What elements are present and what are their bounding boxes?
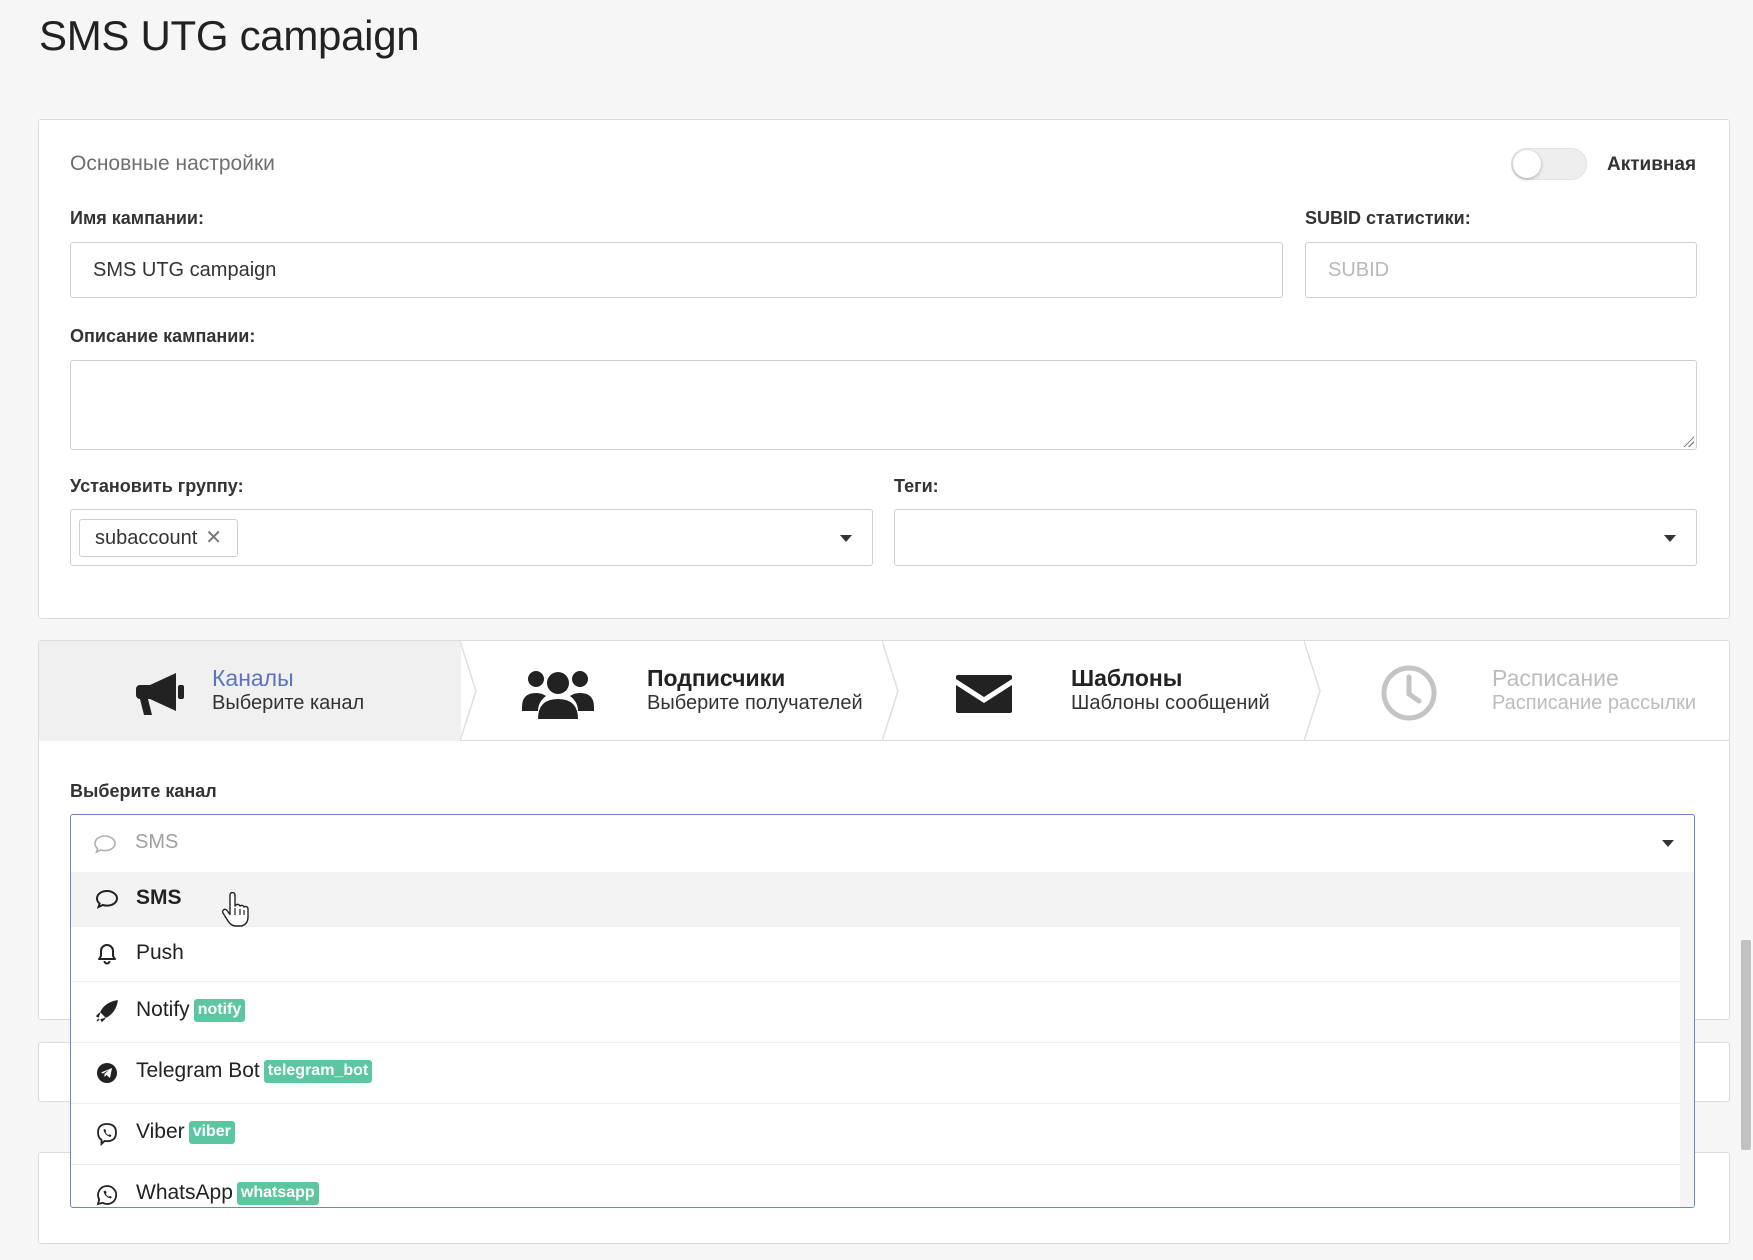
option-push[interactable]: Push (71, 927, 1681, 982)
step-schedule: Расписание Расписание рассылки (1306, 641, 1728, 741)
option-label: WhatsApp whatsapp (136, 1181, 319, 1205)
option-label: Push (136, 941, 184, 964)
envelope-icon (956, 675, 1012, 713)
campaign-name-input[interactable]: SMS UTG campaign (70, 242, 1283, 298)
step-subtitle: Расписание рассылки (1492, 692, 1697, 714)
step-subtitle: Выберите получателей (647, 692, 863, 714)
hand-cursor-icon (221, 892, 249, 927)
group-select[interactable]: subaccount ✕ (70, 509, 873, 566)
telegram-icon (97, 1063, 117, 1083)
active-toggle[interactable] (1511, 148, 1587, 180)
description-label: Описание кампании: (70, 326, 256, 346)
option-whatsapp[interactable]: WhatsApp whatsapp (71, 1165, 1681, 1207)
step-title: Расписание (1492, 665, 1619, 691)
channel-select-value: SMS (135, 831, 179, 853)
option-tag: telegram_bot (263, 1060, 373, 1083)
chevron-down-icon[interactable] (1664, 535, 1676, 542)
page-title: SMS UTG campaign (39, 12, 420, 59)
option-label-text: Telegram Bot (136, 1059, 260, 1082)
option-sms[interactable]: SMS (71, 872, 1681, 927)
option-label: Telegram Bot telegram_bot (136, 1059, 373, 1083)
subid-label: SUBID статистики: (1305, 208, 1471, 228)
chevron-down-icon[interactable] (840, 535, 852, 542)
tags-label: Теги: (894, 476, 939, 496)
wizard-steps: Каналы Выберите канал Подписчики Выберит… (39, 641, 1729, 741)
step-channels[interactable]: Каналы Выберите канал (39, 641, 461, 741)
option-notify[interactable]: Notify notify (71, 982, 1681, 1043)
group-chip: subaccount ✕ (79, 519, 239, 557)
step-title: Шаблоны (1071, 665, 1183, 691)
chat-bubble-icon (94, 835, 116, 854)
option-tag: notify (193, 999, 246, 1022)
viber-icon (97, 1123, 117, 1146)
rocket-icon (95, 1000, 118, 1023)
channel-label: Выберите канал (70, 781, 217, 801)
whatsapp-icon (96, 1185, 118, 1206)
step-templates[interactable]: Шаблоны Шаблоны сообщений (884, 641, 1306, 741)
option-viber[interactable]: Viber viber (71, 1104, 1681, 1165)
subid-input[interactable]: SUBID (1305, 242, 1697, 298)
step-title: Каналы (212, 665, 294, 691)
scrollbar-track[interactable] (1680, 872, 1694, 1207)
step-subtitle: Шаблоны сообщений (1071, 692, 1270, 714)
option-tag: viber (188, 1121, 235, 1144)
option-label: Viber viber (136, 1120, 235, 1144)
group-label: Установить группу: (70, 476, 244, 496)
users-icon (522, 671, 594, 719)
option-label-text: Notify (136, 998, 190, 1021)
campaign-name-label: Имя кампании: (70, 208, 204, 228)
bell-icon (98, 944, 116, 965)
tags-select[interactable] (894, 509, 1697, 566)
scrollbar-thumb[interactable] (1741, 940, 1751, 1150)
option-label: Notify notify (136, 998, 246, 1022)
channel-select[interactable]: SMS SMS Push Notify notify Telegram Bot te… (70, 814, 1695, 1208)
step-subtitle: Выберите канал (212, 692, 365, 714)
option-telegram-bot[interactable]: Telegram Bot telegram_bot (71, 1043, 1681, 1104)
group-chip-label: subaccount (95, 527, 198, 549)
option-label-text: WhatsApp (136, 1181, 233, 1204)
option-tag: whatsapp (236, 1182, 319, 1205)
option-label-text: Viber (136, 1120, 185, 1143)
clock-icon (1381, 665, 1437, 721)
step-title: Подписчики (647, 665, 786, 691)
channel-select-head[interactable]: SMS (71, 815, 1694, 872)
active-toggle-label: Активная (1607, 154, 1697, 175)
option-label: SMS (136, 886, 182, 909)
chevron-down-icon[interactable] (1662, 840, 1674, 847)
toggle-knob (1513, 150, 1541, 178)
channel-options: SMS Push Notify notify Telegram Bot telegr… (71, 872, 1681, 1207)
megaphone-icon (136, 673, 184, 715)
step-subscribers[interactable]: Подписчики Выберите получателей (462, 641, 884, 741)
chat-bubble-icon (95, 889, 119, 909)
resize-grip-icon[interactable] (1682, 435, 1694, 447)
main-settings-card: Основные настройки Активная Имя кампании… (38, 119, 1730, 619)
section-title: Основные настройки (70, 152, 275, 175)
description-textarea[interactable] (70, 360, 1697, 450)
chip-remove-icon[interactable]: ✕ (205, 527, 222, 549)
